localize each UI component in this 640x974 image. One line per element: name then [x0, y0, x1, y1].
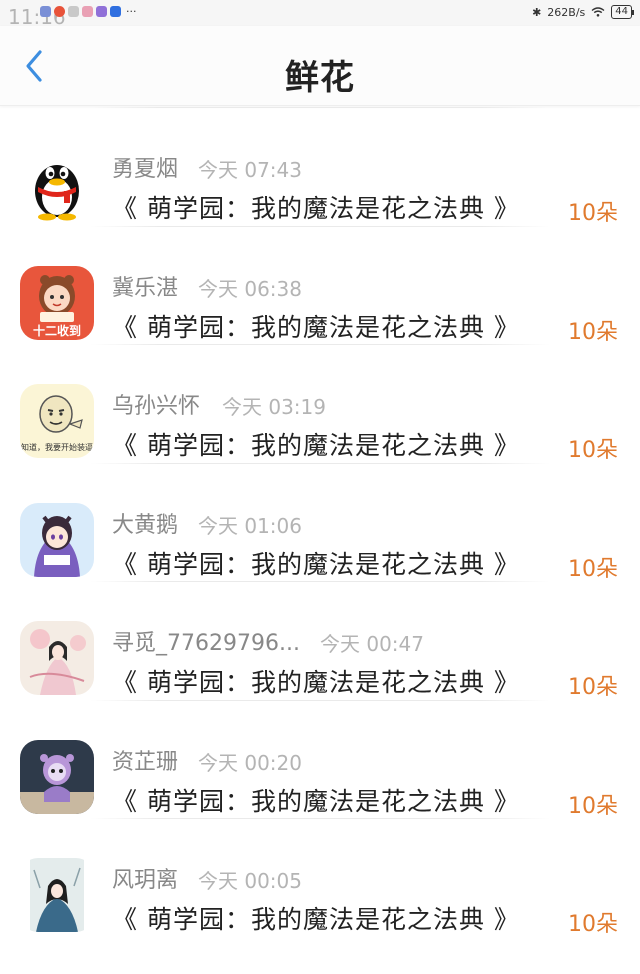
bluetooth-icon: ✱: [532, 5, 542, 19]
avatar[interactable]: [20, 739, 94, 814]
avatar[interactable]: [20, 858, 94, 932]
book-title[interactable]: 《 萌学园：我的魔法是花之法典 》: [112, 782, 520, 818]
divider: [90, 699, 550, 701]
avatar[interactable]: [20, 502, 94, 577]
flower-count: 10朵: [568, 438, 618, 463]
username[interactable]: 风玥离: [112, 862, 178, 894]
avatar-caption: 知道，我要开始装逼: [21, 443, 93, 452]
avatar[interactable]: [20, 621, 94, 695]
more-notifications-icon: ···: [126, 5, 137, 18]
book-title[interactable]: 《 萌学园：我的魔法是花之法典 》: [112, 426, 520, 462]
network-speed: 262B/s: [547, 5, 586, 19]
ink-painting-lady-icon: [20, 621, 94, 695]
divider: [90, 225, 550, 227]
app-icon: [40, 6, 51, 17]
list-item[interactable]: 大黄鹅 今天 01:06 《 萌学园：我的魔法是花之法典 》 10朵: [0, 462, 640, 582]
flower-gift-list: 勇夏烟 今天 07:43 《 萌学园：我的魔法是花之法典 》 10朵 十二收到 …: [0, 107, 640, 937]
list-item[interactable]: 资芷珊 今天 00:20 《 萌学园：我的魔法是花之法典 》 10朵: [0, 699, 640, 819]
username[interactable]: 乌孙兴怀: [112, 388, 200, 420]
page-title: 鲜花: [285, 58, 355, 98]
divider: [90, 581, 550, 582]
flower-count: 10朵: [568, 556, 618, 582]
anime-girl-icon: [20, 502, 94, 577]
flower-count: 10朵: [568, 319, 618, 345]
list-item[interactable]: 知道，我要开始装逼 乌孙兴怀 今天 03:19 《 萌学园：我的魔法是花之法典 …: [0, 344, 640, 463]
book-title[interactable]: 《 萌学园：我的魔法是花之法典 》: [112, 308, 520, 344]
status-bar: 11:16 ··· ✱ 262B/s 44: [0, 0, 640, 29]
book-title[interactable]: 《 萌学园：我的魔法是花之法典 》: [112, 545, 520, 581]
divider: [90, 107, 550, 108]
list-item[interactable]: 勇夏烟 今天 07:43 《 萌学园：我的魔法是花之法典 》 10朵: [0, 107, 640, 226]
avatar[interactable]: [20, 147, 94, 221]
divider: [90, 344, 550, 345]
doll-figure-icon: [20, 739, 94, 814]
avatar-caption: 十二收到: [32, 323, 81, 338]
battery-indicator: 44: [611, 5, 634, 19]
divider: [90, 818, 550, 819]
list-item[interactable]: 风玥离 今天 00:05 《 萌学园：我的魔法是花之法典 》 10朵: [0, 818, 640, 937]
username[interactable]: 大黄鹅: [112, 507, 178, 539]
timestamp: 今天 00:20: [198, 750, 302, 775]
list-item[interactable]: 十二收到 冀乐湛 今天 06:38 《 萌学园：我的魔法是花之法典 》 10朵: [0, 225, 640, 345]
timestamp: 今天 01:06: [198, 513, 302, 538]
book-title[interactable]: 《 萌学园：我的魔法是花之法典 》: [112, 663, 520, 699]
timestamp: 今天 03:19: [222, 395, 326, 419]
flower-count: 10朵: [568, 793, 618, 819]
app-icon: [96, 6, 107, 17]
flower-count: 10朵: [568, 201, 618, 226]
app-icon: [110, 6, 121, 17]
timestamp: 今天 00:47: [320, 632, 424, 656]
qq-penguin-icon: [20, 147, 94, 221]
avatar[interactable]: 知道，我要开始装逼: [20, 384, 94, 458]
username[interactable]: 资芷珊: [112, 744, 178, 776]
wifi-icon: [591, 7, 605, 17]
timestamp: 今天 07:43: [198, 158, 302, 182]
username[interactable]: 勇夏烟: [112, 151, 178, 183]
weibo-icon: [54, 6, 65, 17]
avatar[interactable]: 十二收到: [20, 265, 94, 340]
timestamp: 今天 00:05: [198, 869, 302, 893]
costume-lady-icon: [20, 858, 94, 932]
flower-count: 10朵: [568, 675, 618, 700]
app-icon: [82, 6, 93, 17]
username[interactable]: 冀乐湛: [112, 270, 178, 302]
header: 鲜花: [0, 26, 640, 106]
divider: [90, 462, 550, 464]
timestamp: 今天 06:38: [198, 276, 302, 301]
book-title[interactable]: 《 萌学园：我的魔法是花之法典 》: [112, 189, 520, 225]
flower-count: 10朵: [568, 912, 618, 937]
book-title[interactable]: 《 萌学园：我的魔法是花之法典 》: [112, 900, 520, 936]
notification-icons: ···: [40, 6, 137, 17]
username[interactable]: 寻觅_77629796...: [112, 625, 300, 657]
app-icon: [68, 6, 79, 17]
status-right: ✱ 262B/s 44: [532, 5, 634, 19]
list-item[interactable]: 寻觅_77629796... 今天 00:47 《 萌学园：我的魔法是花之法典 …: [0, 581, 640, 700]
